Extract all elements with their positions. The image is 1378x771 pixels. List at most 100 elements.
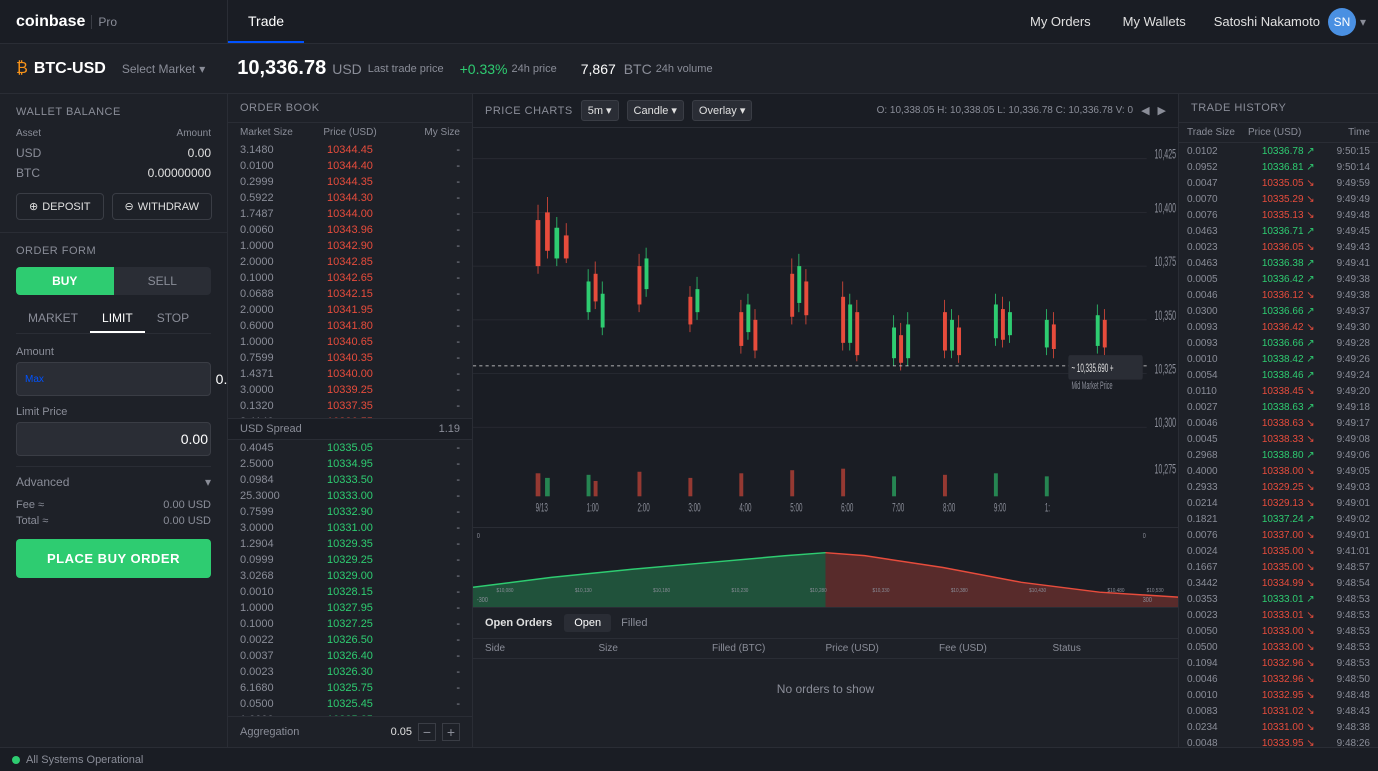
svg-text:$10,380: $10,380 <box>951 588 968 595</box>
ob-asks: 3.148010344.45-0.010010344.40-0.29991034… <box>228 142 472 418</box>
status-bar: All Systems Operational <box>0 747 1378 771</box>
ob-bid-row[interactable]: 0.404510335.05- <box>228 440 472 456</box>
limit-price-currency-label: USD <box>218 433 227 445</box>
ob-bid-row[interactable]: 0.050010325.45- <box>228 696 472 712</box>
trade-history-row: 0.023410331.00 ↘9:48:38 <box>1179 719 1378 735</box>
ob-ask-row[interactable]: 1.437110340.00- <box>228 366 472 382</box>
ob-ask-row[interactable]: 3.148010344.45- <box>228 142 472 158</box>
agg-increase-btn[interactable]: + <box>442 723 460 741</box>
asset-amount-usd: 0.00 <box>188 146 211 160</box>
svg-text:$10,180: $10,180 <box>653 588 670 595</box>
ob-bid-row[interactable]: 1.290410329.35- <box>228 536 472 552</box>
th-rows: 0.010210336.78 ↗9:50:150.095210336.81 ↗9… <box>1179 143 1378 747</box>
ob-bid-row[interactable]: 0.098410333.50- <box>228 472 472 488</box>
wallet-balance-section: Wallet Balance Asset Amount USD 0.00 BTC… <box>0 94 227 233</box>
ticker-bar: ₿ BTC-USD Select Market ▾ 10,336.78 USD … <box>0 44 1378 94</box>
chart-svg: 10,425 10,400 10,375 10,350 10,325 10,30… <box>473 128 1178 527</box>
btc-icon: ₿ <box>16 60 28 78</box>
depth-chart-svg: -300 300 0 0 $10,080 $10,130 $10,180 $10… <box>473 528 1178 607</box>
ob-ask-row[interactable]: 0.068810342.15- <box>228 286 472 302</box>
interval-dropdown[interactable]: 5m ▾ <box>581 100 619 121</box>
svg-text:0: 0 <box>1143 532 1147 540</box>
ticker-price: 10,336.78 <box>237 57 326 80</box>
chart-fwd-btn[interactable]: ▶ <box>1158 104 1166 117</box>
trade-history-row: 0.002310336.05 ↘9:49:43 <box>1179 239 1378 255</box>
stop-tab[interactable]: STOP <box>145 305 201 333</box>
buy-sell-tabs: BUY SELL <box>16 267 211 295</box>
select-market-btn[interactable]: Select Market ▾ <box>122 62 205 76</box>
market-tab[interactable]: MARKET <box>16 305 90 333</box>
ob-ask-row[interactable]: 2.000010342.85- <box>228 254 472 270</box>
ob-bid-row[interactable]: 2.500010334.95- <box>228 456 472 472</box>
ob-bid-row[interactable]: 3.026810329.00- <box>228 568 472 584</box>
ob-ask-row[interactable]: 1.748710344.00- <box>228 206 472 222</box>
ob-bid-row[interactable]: 0.003710326.40- <box>228 648 472 664</box>
th-col-time: Time <box>1309 127 1370 138</box>
ticker-change-label: 24h price <box>511 63 556 75</box>
ob-ask-row[interactable]: 2.414010336.55- <box>228 414 472 418</box>
overlay-dropdown[interactable]: Overlay ▾ <box>692 100 752 121</box>
ob-ask-row[interactable]: 0.592210344.30- <box>228 190 472 206</box>
ob-ask-row[interactable]: 1.000010340.65- <box>228 334 472 350</box>
user-avatar[interactable]: SN <box>1328 8 1356 36</box>
svg-text:8:00: 8:00 <box>943 502 956 516</box>
sell-tab[interactable]: SELL <box>114 267 212 295</box>
fee-label: Fee ≈ <box>16 499 44 511</box>
candle-dropdown[interactable]: Candle ▾ <box>627 100 684 121</box>
my-wallets-btn[interactable]: My Wallets <box>1107 6 1202 37</box>
ob-bid-row[interactable]: 3.000010331.00- <box>228 520 472 536</box>
trade-history-row: 0.011010338.45 ↘9:49:20 <box>1179 383 1378 399</box>
ob-bid-row[interactable]: 1.000010327.95- <box>228 600 472 616</box>
ob-ask-row[interactable]: 0.600010341.80- <box>228 318 472 334</box>
ticker-volume-label: 24h volume <box>656 63 713 75</box>
trade-history-row: 0.002410335.00 ↘9:41:01 <box>1179 543 1378 559</box>
ob-ask-row[interactable]: 0.759910340.35- <box>228 350 472 366</box>
spread-value: 1.19 <box>439 423 460 435</box>
trade-history-row: 0.004610332.96 ↘9:48:50 <box>1179 671 1378 687</box>
asset-name-usd: USD <box>16 146 41 160</box>
ob-bid-row[interactable]: 0.100010327.25- <box>228 616 472 632</box>
chart-back-btn[interactable]: ◀ <box>1141 104 1149 117</box>
ob-bid-row[interactable]: 25.300010333.00- <box>228 488 472 504</box>
my-orders-btn[interactable]: My Orders <box>1014 6 1107 37</box>
trade-history-row: 0.001010332.95 ↘9:48:48 <box>1179 687 1378 703</box>
ob-bid-row[interactable]: 0.002210326.50- <box>228 632 472 648</box>
oo-tab-filled[interactable]: Filled <box>611 614 657 632</box>
amount-label: Amount <box>16 346 211 358</box>
ob-ask-row[interactable]: 3.000010339.25- <box>228 382 472 398</box>
trade-history-row: 0.005410338.46 ↗9:49:24 <box>1179 367 1378 383</box>
ob-bid-row[interactable]: 6.168010325.75- <box>228 680 472 696</box>
amount-input[interactable] <box>52 363 227 395</box>
ob-bid-row[interactable]: 0.002310326.30- <box>228 664 472 680</box>
chevron-down-icon: ▾ <box>205 475 211 489</box>
svg-text:6:00: 6:00 <box>841 502 854 516</box>
ob-bid-row[interactable]: 1.000010325.25- <box>228 712 472 716</box>
ob-bid-row[interactable]: 0.099910329.25- <box>228 552 472 568</box>
ob-bid-row[interactable]: 0.759910332.90- <box>228 504 472 520</box>
sidebar: Wallet Balance Asset Amount USD 0.00 BTC… <box>0 94 228 747</box>
ob-ask-row[interactable]: 0.010010344.40- <box>228 158 472 174</box>
deposit-btn[interactable]: ⊕ DEPOSIT <box>16 193 104 220</box>
trade-history-row: 0.400010338.00 ↘9:49:05 <box>1179 463 1378 479</box>
ob-ask-row[interactable]: 0.132010337.35- <box>228 398 472 414</box>
place-order-btn[interactable]: PLACE BUY ORDER <box>16 539 211 578</box>
chevron-down-icon: ▾ <box>199 62 205 76</box>
oo-tab-open[interactable]: Open <box>564 614 611 632</box>
ob-ask-row[interactable]: 0.006010343.96- <box>228 222 472 238</box>
th-col-price: Price (USD) <box>1248 127 1309 138</box>
buy-tab[interactable]: BUY <box>16 267 114 295</box>
ob-ask-row[interactable]: 0.100010342.65- <box>228 270 472 286</box>
withdraw-btn[interactable]: ⊖ WITHDRAW <box>112 193 213 220</box>
ob-bid-row[interactable]: 0.001010328.15- <box>228 584 472 600</box>
amount-max-btn[interactable]: Max <box>17 374 52 385</box>
agg-decrease-btn[interactable]: − <box>418 723 436 741</box>
limit-tab[interactable]: LIMIT <box>90 305 145 333</box>
nav-tab-trade[interactable]: Trade <box>228 0 304 43</box>
svg-text:0: 0 <box>477 532 481 540</box>
advanced-toggle[interactable]: Advanced ▾ <box>16 466 211 497</box>
ob-ask-row[interactable]: 2.000010341.95- <box>228 302 472 318</box>
limit-price-input[interactable] <box>17 423 218 455</box>
ob-ask-row[interactable]: 0.299910344.35- <box>228 174 472 190</box>
trade-history-row: 0.004810333.95 ↘9:48:26 <box>1179 735 1378 747</box>
ob-ask-row[interactable]: 1.000010342.90- <box>228 238 472 254</box>
